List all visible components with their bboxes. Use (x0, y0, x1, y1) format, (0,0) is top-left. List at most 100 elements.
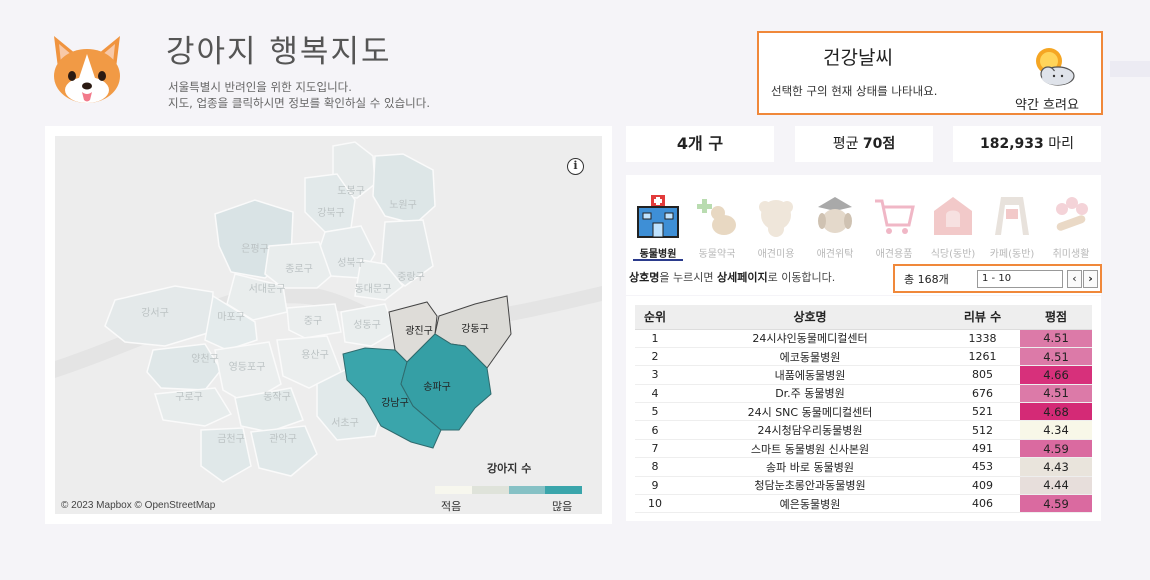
category-label: 취미생활 (1052, 249, 1090, 260)
category-hospital[interactable]: 동물병원 (629, 193, 687, 261)
health-weather-panel: 건강날씨 선택한 구의 현재 상태를 나타내요. 약간 흐려요 (757, 31, 1103, 115)
page-title: 강아지 행복지도 (166, 34, 392, 70)
rating-cell: 4.43 (1020, 457, 1092, 477)
category-label: 애견용품 (875, 249, 913, 260)
label-yongsan: 용산구 (301, 349, 329, 361)
business-name-link[interactable]: 스마트 동물병원 신사본원 (675, 439, 945, 459)
label-songpa: 송파구 (423, 381, 451, 393)
legend-swatch-3 (508, 486, 546, 494)
header-rating: 평점 (1020, 305, 1092, 330)
subtitle-line-2: 지도, 업종을 클릭하시면 정보를 확인하실 수 있습니다. (168, 96, 431, 110)
rank-cell: 8 (635, 457, 675, 477)
business-name-link[interactable]: 24시샤인동물메디컬센터 (675, 329, 945, 348)
category-boarding[interactable]: 애견위탁 (806, 193, 864, 260)
rating-cell: 4.59 (1020, 494, 1092, 514)
category-restaurant[interactable]: 식당(동반) (924, 193, 982, 260)
hospital-icon (635, 193, 681, 239)
page-range-input[interactable]: 1 - 10 (977, 270, 1063, 288)
page-subtitle: 서울특별시 반려인을 위한 지도입니다. 지도, 업종을 클릭하시면 정보를 확… (168, 79, 430, 111)
table-row[interactable]: 7 스마트 동물병원 신사본원 491 4.59 (635, 439, 1092, 459)
table-header-row: 순위 상호명 리뷰 수 평점 (635, 305, 1092, 330)
ranking-table: 순위 상호명 리뷰 수 평점 1 24시샤인동물메디컬센터 1338 4.51 2 에코동… (635, 305, 1092, 514)
rank-cell: 7 (635, 439, 675, 459)
table-row[interactable]: 5 24시 SNC 동물메디컬센터 521 4.68 (635, 402, 1092, 422)
cafe-icon (989, 193, 1035, 239)
label-gwanak: 관악구 (269, 433, 297, 445)
table-row[interactable]: 8 송파 바로 동물병원 453 4.43 (635, 457, 1092, 477)
business-name-link[interactable]: Dr.주 동물병원 (675, 384, 945, 404)
kpi-dog-value: 182,933 (980, 136, 1044, 152)
category-grooming[interactable]: 애견미용 (747, 193, 805, 260)
next-page-button[interactable]: › (1083, 270, 1098, 288)
legend-title: 강아지 수 (487, 462, 532, 475)
label-yeongdeungpo: 영등포구 (229, 361, 266, 373)
hint-part-4: 로 이동합니다. (767, 271, 836, 284)
review-count-cell: 409 (945, 476, 1020, 496)
business-name-link[interactable]: 24시청담우리동물병원 (675, 420, 945, 440)
business-name-link[interactable]: 24시 SNC 동물메디컬센터 (675, 402, 945, 422)
label-seodaemun: 서대문구 (249, 283, 286, 295)
prev-page-button[interactable]: ‹ (1067, 270, 1082, 288)
table-row[interactable]: 10 예은동물병원 406 4.59 (635, 494, 1092, 514)
category-supplies[interactable]: 애견용품 (865, 193, 923, 260)
table-row[interactable]: 6 24시청담우리동물병원 512 4.34 (635, 420, 1092, 440)
label-gwangjin: 광진구 (405, 325, 433, 337)
side-panel-tab[interactable] (1110, 61, 1150, 77)
legend-color-scale (435, 486, 582, 494)
review-count-cell: 805 (945, 365, 1020, 385)
rank-cell: 3 (635, 365, 675, 385)
label-jungnang: 중랑구 (397, 271, 425, 283)
rating-cell: 4.59 (1020, 439, 1092, 459)
category-pharmacy[interactable]: 동물약국 (688, 193, 746, 260)
label-seongdong: 성동구 (353, 319, 381, 331)
category-hobby[interactable]: 취미생활 (1042, 193, 1100, 260)
label-mapo: 마포구 (217, 311, 245, 323)
hint-part-3: 상세페이지 (716, 271, 768, 284)
category-label: 애견미용 (757, 249, 795, 260)
label-dongjak: 동작구 (263, 391, 291, 403)
rank-cell: 10 (635, 494, 675, 514)
table-row[interactable]: 9 청담눈초롱안과동물병원 409 4.44 (635, 476, 1092, 496)
business-name-link[interactable]: 내품에동물병원 (675, 365, 945, 385)
business-name-link[interactable]: 청담눈초롱안과동물병원 (675, 476, 945, 496)
business-name-link[interactable]: 송파 바로 동물병원 (675, 457, 945, 477)
info-icon[interactable]: i (567, 158, 584, 175)
table-row[interactable]: 4 Dr.주 동물병원 676 4.51 (635, 384, 1092, 404)
boarding-icon (812, 193, 858, 239)
legend-high-label: 많음 (552, 500, 573, 513)
header-reviews: 리뷰 수 (945, 305, 1020, 330)
sun-cloud-icon (1029, 45, 1077, 89)
kpi-average-value: 70점 (862, 136, 896, 152)
business-name-link[interactable]: 예은동물병원 (675, 494, 945, 514)
hint-part-2: 을 누르시면 (659, 271, 717, 284)
category-cafe[interactable]: 카페(동반) (983, 193, 1041, 260)
review-count-cell: 676 (945, 384, 1020, 404)
hobby-icon (1048, 193, 1094, 239)
map-attribution[interactable]: © 2023 Mapbox © OpenStreetMap (61, 500, 215, 511)
subtitle-line-1: 서울특별시 반려인을 위한 지도입니다. (168, 80, 352, 94)
weather-status: 약간 흐려요 (1015, 98, 1079, 113)
table-row[interactable]: 2 에코동물병원 1261 4.51 (635, 347, 1092, 367)
district-nowon[interactable] (372, 153, 436, 225)
label-gangbuk: 강북구 (317, 207, 345, 219)
district-yangcheon[interactable] (146, 343, 222, 391)
category-label: 카페(동반) (989, 249, 1035, 260)
business-name-link[interactable]: 에코동물병원 (675, 347, 945, 367)
label-dongdaemun: 동대문구 (355, 283, 392, 295)
kpi-average-score: 평균 70점 (795, 126, 933, 162)
weather-title: 건강날씨 (823, 47, 893, 69)
pharmacy-icon (694, 193, 740, 239)
label-yangcheon: 양천구 (191, 353, 219, 365)
table-row[interactable]: 1 24시샤인동물메디컬센터 1338 4.51 (635, 329, 1092, 348)
legend-swatch-4 (545, 486, 582, 494)
rank-cell: 5 (635, 402, 675, 422)
review-count-cell: 453 (945, 457, 1020, 477)
seoul-district-map[interactable]: 도봉구 노원구 강북구 은평구 성북구 종로구 중랑구 동대문구 서대문구 강서… (55, 136, 602, 514)
label-geumcheon: 금천구 (217, 433, 245, 445)
table-row[interactable]: 3 내품에동물병원 805 4.66 (635, 365, 1092, 385)
label-gangseo: 강서구 (141, 307, 169, 319)
legend-low-label: 적음 (441, 500, 462, 513)
kpi-district-count: 4개 구 (626, 126, 774, 162)
category-label: 동물약국 (698, 249, 736, 260)
kpi-dog-unit: 마리 (1048, 136, 1074, 152)
